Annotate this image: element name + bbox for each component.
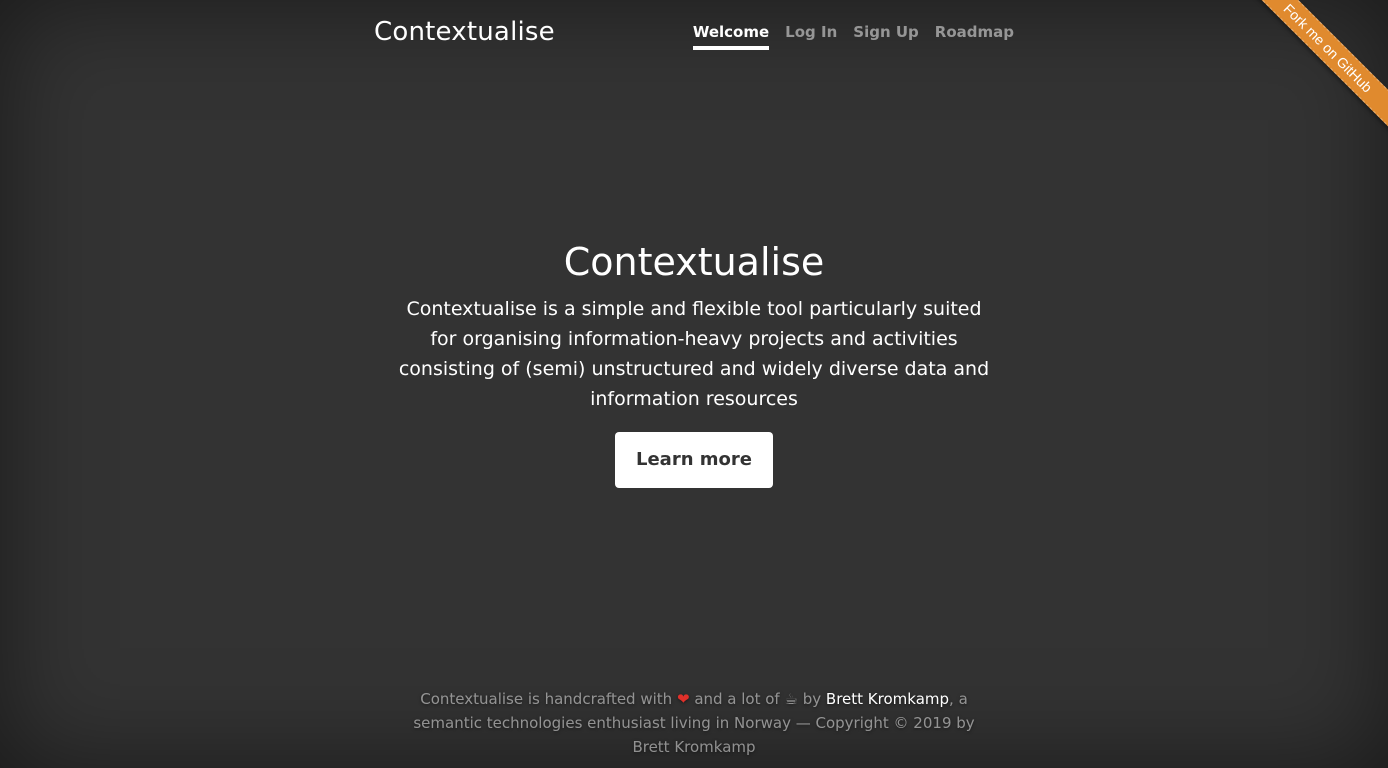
- footer-text-by: by: [802, 690, 822, 708]
- masthead: Contextualise Welcome Log In Sign Up Roa…: [374, 0, 1014, 64]
- brand-title[interactable]: Contextualise: [374, 15, 555, 49]
- main-nav: Welcome Log In Sign Up Roadmap: [692, 20, 1014, 50]
- footer-text-handcrafted: Contextualise is handcrafted with: [420, 690, 673, 708]
- nav-log-in[interactable]: Log In: [785, 20, 837, 50]
- nav-sign-up[interactable]: Sign Up: [853, 20, 919, 50]
- github-ribbon-container: Fork me on GitHub: [1238, 0, 1388, 150]
- fork-on-github-ribbon[interactable]: Fork me on GitHub: [1241, 0, 1388, 135]
- cover-heading: Contextualise: [563, 240, 825, 284]
- nav-roadmap[interactable]: Roadmap: [935, 20, 1014, 50]
- footer: Contextualise is handcrafted with ❤ and …: [394, 687, 994, 759]
- cover-section: Contextualise Contextualise is a simple …: [0, 236, 1388, 488]
- author-link[interactable]: Brett Kromkamp: [826, 690, 949, 708]
- heart-icon: ❤: [676, 690, 690, 708]
- learn-more-button[interactable]: Learn more: [615, 432, 773, 488]
- cover-lead: Contextualise is a simple and flexible t…: [398, 298, 990, 410]
- coffee-icon: ☕: [784, 690, 798, 708]
- footer-text-and-a-lot-of: and a lot of: [694, 690, 780, 708]
- nav-welcome[interactable]: Welcome: [692, 20, 770, 50]
